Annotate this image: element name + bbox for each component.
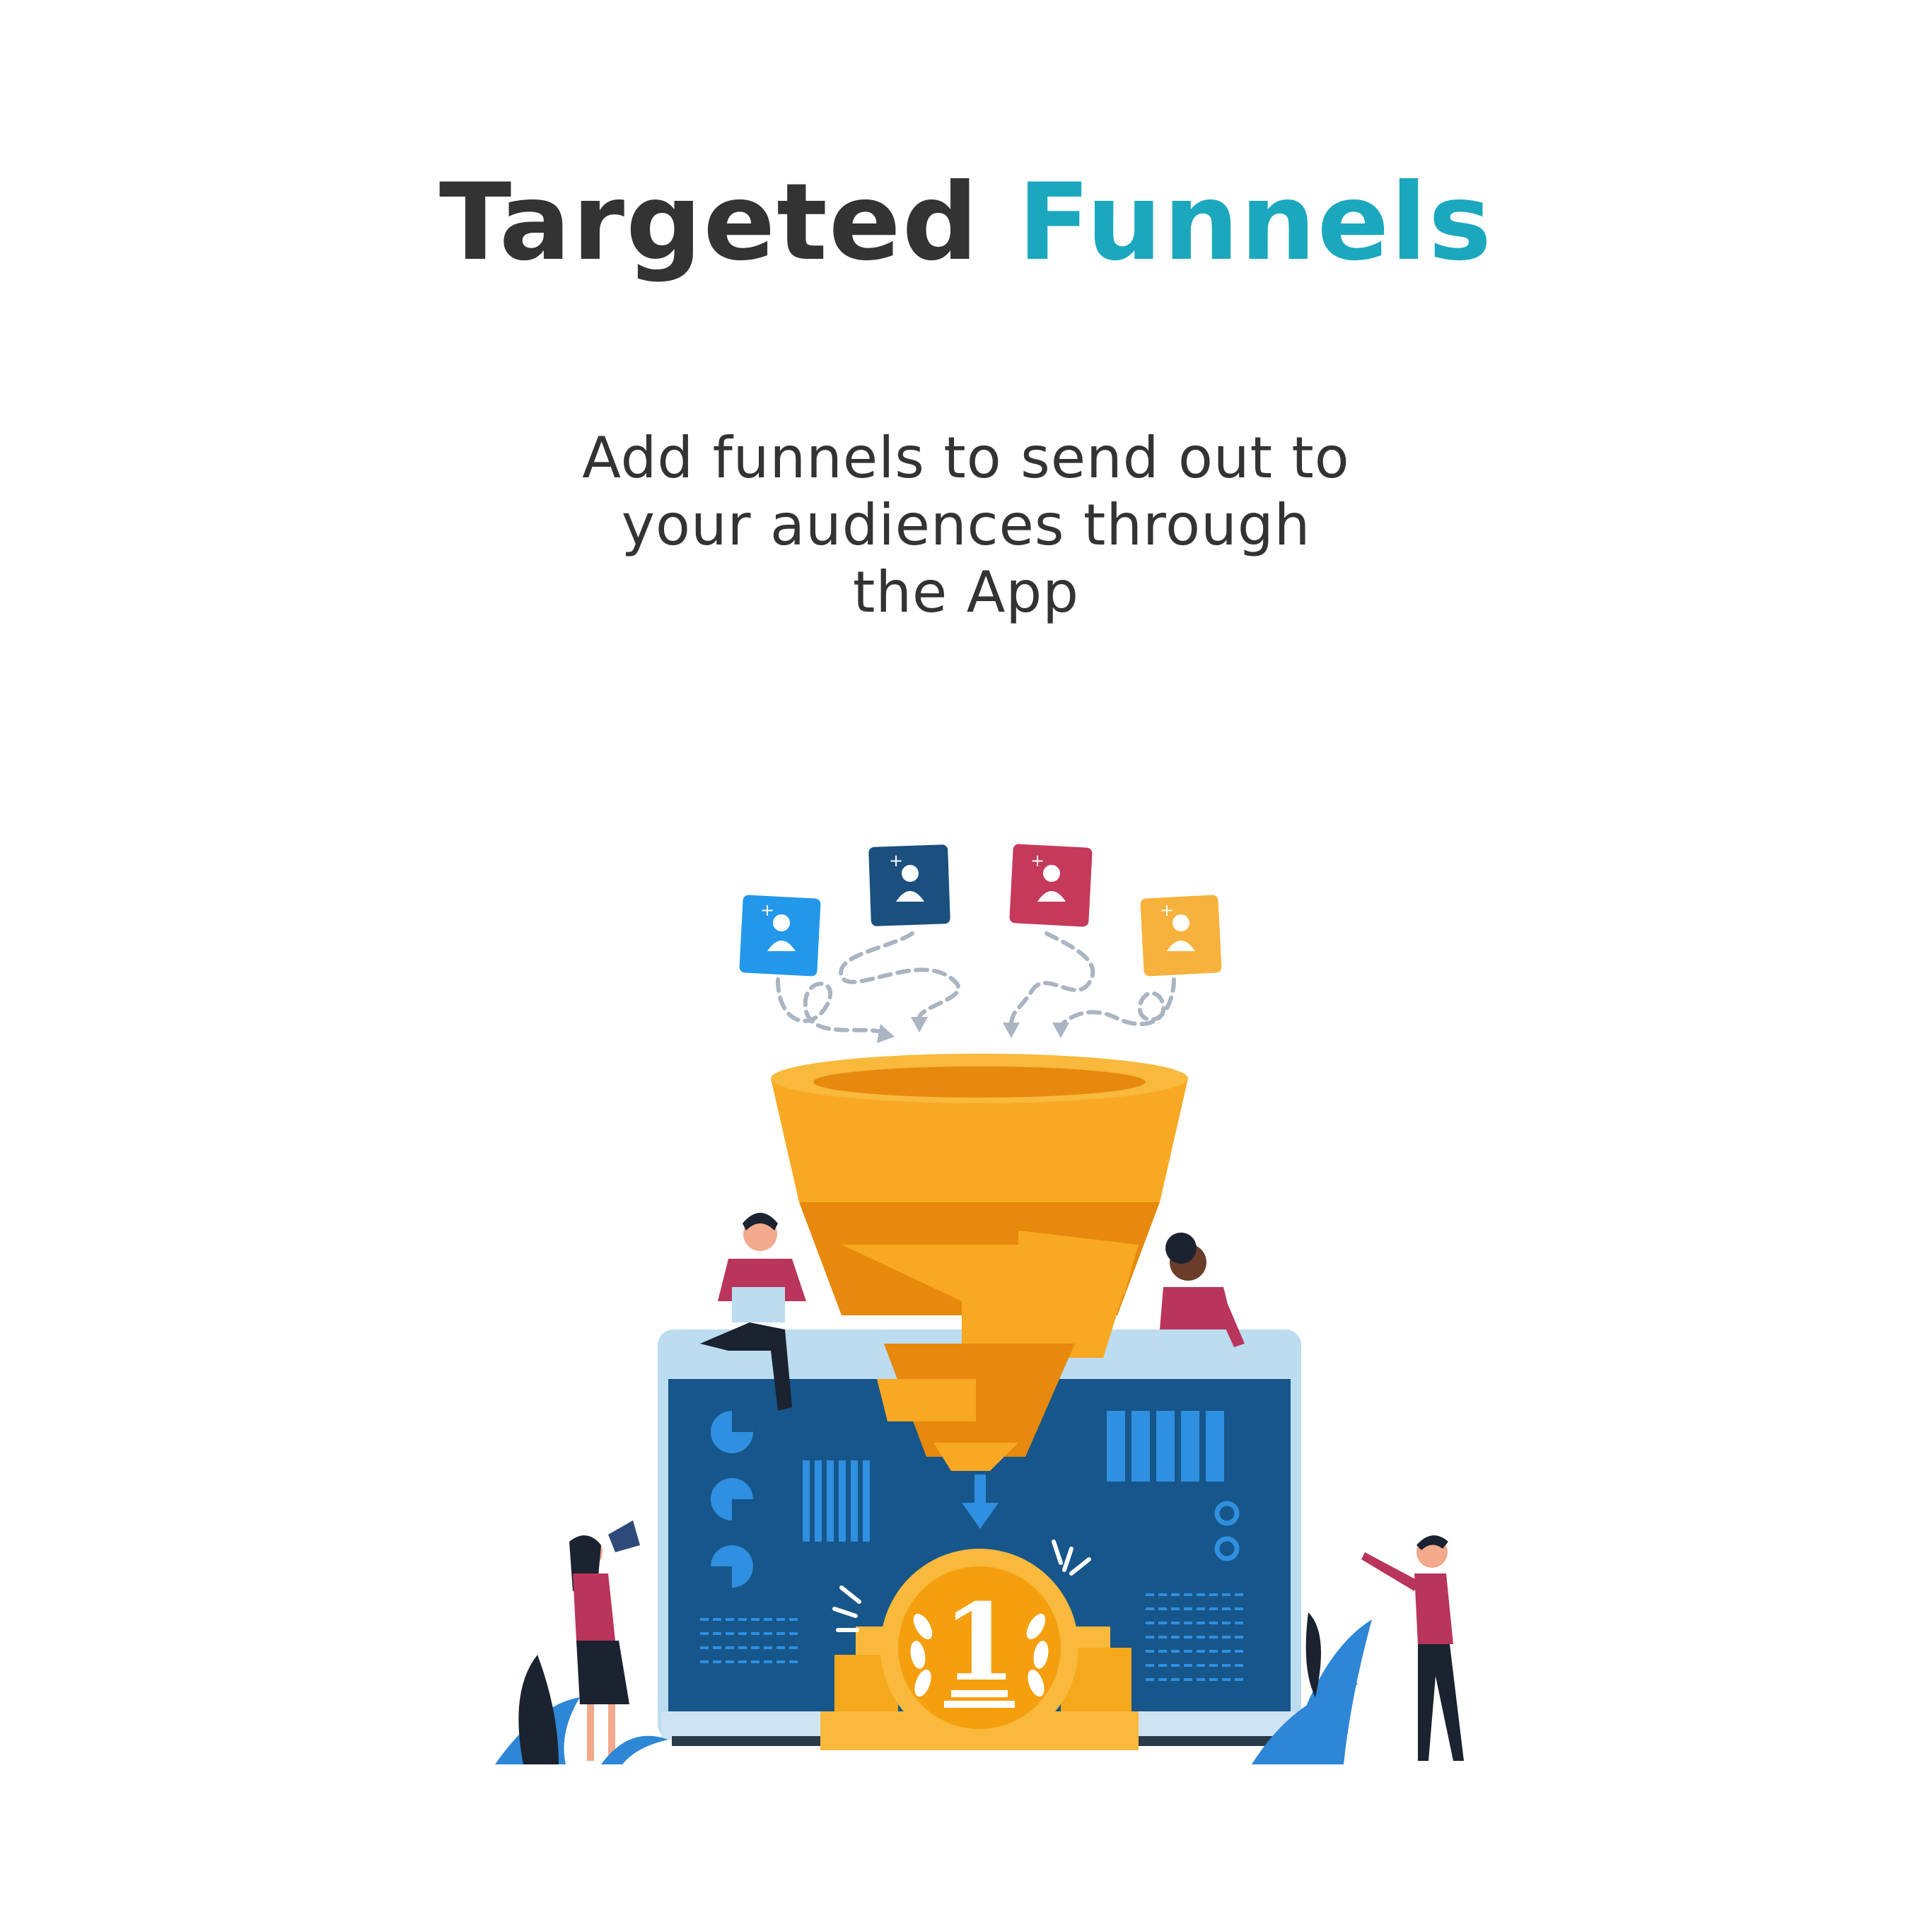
arrow-heads (877, 1017, 1069, 1043)
svg-text:+: + (1030, 851, 1044, 871)
user-card-icon: + (1009, 844, 1093, 927)
dashed-path-arrows (776, 931, 1176, 1035)
medal-number: 1 (943, 1581, 1016, 1705)
person-pointing (1361, 1535, 1464, 1761)
user-card-icon: + (1140, 895, 1222, 977)
megaphone-icon (608, 1520, 640, 1552)
funnel-illustration: 1 + + + + (495, 844, 1464, 1764)
person-with-megaphone (569, 1520, 640, 1761)
user-card-icon: + (868, 844, 950, 926)
user-card-icon: + (739, 895, 821, 977)
svg-text:+: + (889, 851, 903, 871)
svg-text:+: + (760, 900, 774, 920)
svg-text:+: + (1160, 900, 1174, 920)
